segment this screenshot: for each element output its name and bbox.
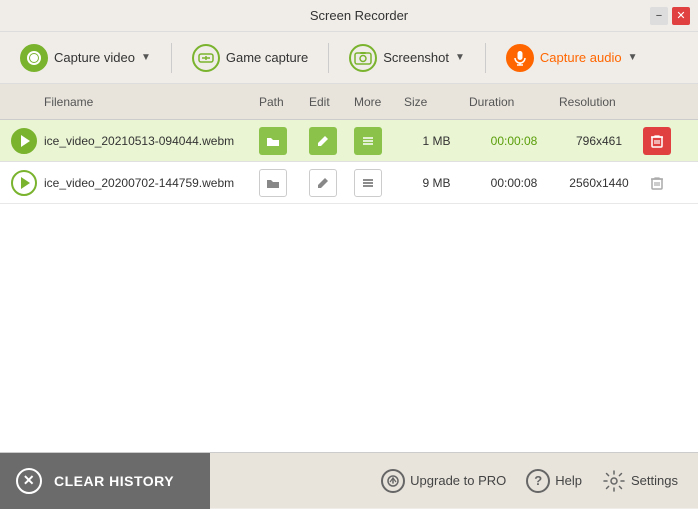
play-icon-2 xyxy=(21,177,30,189)
col-resolution: Resolution xyxy=(559,95,639,109)
settings-button[interactable]: Settings xyxy=(594,465,686,497)
settings-label: Settings xyxy=(631,473,678,488)
separator-1 xyxy=(171,43,172,73)
titlebar: Screen Recorder − ✕ xyxy=(0,0,698,32)
window-controls: − ✕ xyxy=(650,7,690,25)
separator-3 xyxy=(485,43,486,73)
bottom-bar: ✕ CLEAR HISTORY Upgrade to PRO ? Help xyxy=(0,452,698,508)
duration-2: 00:00:08 xyxy=(469,176,559,190)
size-2: 9 MB xyxy=(404,176,469,190)
empty-area xyxy=(0,204,698,404)
game-capture-label: Game capture xyxy=(226,50,308,65)
close-button[interactable]: ✕ xyxy=(672,7,690,25)
path-button-1[interactable] xyxy=(259,127,287,155)
capture-video-arrow: ▼ xyxy=(141,52,151,63)
filename-1: ice_video_20210513-094044.webm xyxy=(44,134,259,148)
col-path: Path xyxy=(259,95,309,109)
upgrade-pro-button[interactable]: Upgrade to PRO xyxy=(373,465,514,497)
more-button-2[interactable] xyxy=(354,169,382,197)
clear-history-button[interactable]: ✕ CLEAR HISTORY xyxy=(0,453,210,509)
game-capture-icon xyxy=(192,44,220,72)
table-row: ice_video_20200702-144759.webm xyxy=(0,162,698,204)
edit-button-1[interactable] xyxy=(309,127,337,155)
capture-audio-arrow: ▼ xyxy=(628,52,638,63)
help-button[interactable]: ? Help xyxy=(518,465,590,497)
capture-video-button[interactable]: Capture video ▼ xyxy=(12,38,159,78)
edit-button-2[interactable] xyxy=(309,169,337,197)
toolbar: Capture video ▼ Game capture Screenshot xyxy=(0,32,698,84)
screenshot-label: Screenshot xyxy=(383,50,449,65)
size-1: 1 MB xyxy=(404,134,469,148)
bottom-right-actions: Upgrade to PRO ? Help Settings xyxy=(373,465,698,497)
col-size: Size xyxy=(404,95,469,109)
capture-video-icon xyxy=(20,44,48,72)
screenshot-arrow: ▼ xyxy=(455,52,465,63)
col-more: More xyxy=(354,95,404,109)
clear-x-icon: ✕ xyxy=(16,468,42,494)
upgrade-label: Upgrade to PRO xyxy=(410,473,506,488)
help-icon: ? xyxy=(526,469,550,493)
capture-audio-icon xyxy=(506,44,534,72)
game-capture-button[interactable]: Game capture xyxy=(184,38,316,78)
upgrade-icon xyxy=(381,469,405,493)
capture-audio-label: Capture audio xyxy=(540,50,622,65)
minimize-button[interactable]: − xyxy=(650,7,668,25)
play-icon-1 xyxy=(21,135,30,147)
col-duration: Duration xyxy=(469,95,559,109)
separator-2 xyxy=(328,43,329,73)
recordings-table: Filename Path Edit More Size Duration Re… xyxy=(0,84,698,452)
screenshot-icon xyxy=(349,44,377,72)
filename-2: ice_video_20200702-144759.webm xyxy=(44,176,259,190)
clear-history-label: CLEAR HISTORY xyxy=(54,473,174,489)
capture-audio-button[interactable]: Capture audio ▼ xyxy=(498,38,646,78)
capture-video-label: Capture video xyxy=(54,50,135,65)
resolution-2: 2560x1440 xyxy=(559,176,639,190)
settings-icon xyxy=(602,469,626,493)
resolution-1: 796x461 xyxy=(559,134,639,148)
more-button-1[interactable] xyxy=(354,127,382,155)
help-label: Help xyxy=(555,473,582,488)
app-title: Screen Recorder xyxy=(68,8,650,23)
screenshot-button[interactable]: Screenshot ▼ xyxy=(341,38,473,78)
table-row: ice_video_20210513-094044.webm xyxy=(0,120,698,162)
delete-button-2[interactable] xyxy=(643,169,671,197)
play-button-2[interactable] xyxy=(11,170,37,196)
play-button-1[interactable] xyxy=(11,128,37,154)
col-filename: Filename xyxy=(44,95,259,109)
col-edit: Edit xyxy=(309,95,354,109)
duration-1: 00:00:08 xyxy=(469,134,559,148)
delete-button-1[interactable] xyxy=(643,127,671,155)
path-button-2[interactable] xyxy=(259,169,287,197)
